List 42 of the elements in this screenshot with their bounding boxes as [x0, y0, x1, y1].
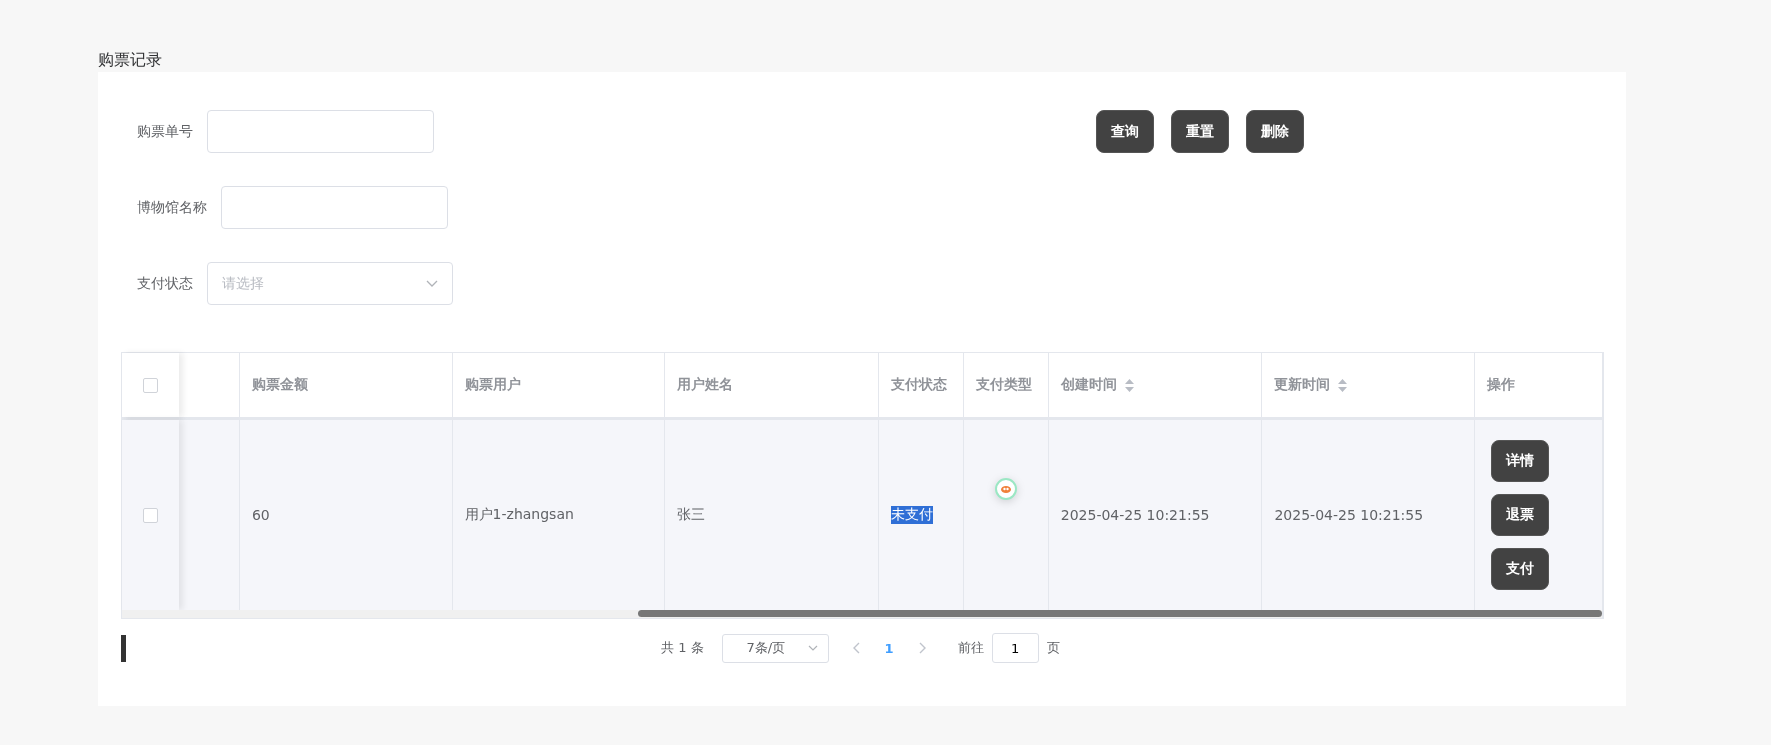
sort-icon[interactable]	[1338, 378, 1348, 392]
row-action-button[interactable]: 支付	[1491, 548, 1550, 590]
table-cell: 2025-04-25 10:21:55	[1060, 507, 1210, 523]
assistant-icon[interactable]	[994, 478, 1017, 500]
chevron-down-icon[interactable]	[426, 279, 438, 288]
field-label: 购票单号	[137, 122, 193, 141]
goto-label: 前往	[957, 639, 984, 657]
table-cell: 未支付	[890, 506, 933, 524]
column-header: 用户姓名	[677, 376, 734, 394]
page-size-select[interactable]: 7条/页	[721, 633, 829, 663]
row-action-button[interactable]: 退票	[1491, 494, 1550, 536]
table-cell: 2025-04-25 10:21:55	[1274, 507, 1424, 523]
page-input[interactable]: 1	[991, 633, 1039, 663]
table-cell: 60	[251, 507, 270, 523]
input-field[interactable]	[221, 186, 448, 229]
action-button[interactable]: 重置	[1171, 110, 1229, 153]
column-header: 支付类型	[975, 376, 1032, 394]
next-page-icon[interactable]	[917, 642, 926, 654]
vertical-bar-marker	[121, 634, 126, 662]
field-label: 博物馆名称	[137, 198, 207, 217]
checkbox[interactable]	[142, 377, 158, 393]
sort-icon[interactable]	[1124, 378, 1134, 392]
row-action-button[interactable]: 详情	[1491, 440, 1550, 482]
page-suffix: 页	[1046, 639, 1060, 657]
column-header: 购票用户	[464, 376, 521, 394]
column-header: 创建时间	[1060, 376, 1117, 394]
page-title: 购票记录	[98, 50, 163, 71]
previous-page-icon[interactable]	[852, 642, 861, 654]
column-header: 购票金额	[251, 376, 308, 394]
column-header: 支付状态	[890, 376, 947, 394]
table-cell: 用户1-zhangsan	[464, 506, 574, 524]
input-field[interactable]	[207, 110, 434, 153]
table-cell: 张三	[677, 506, 706, 524]
scrollbar-thumb[interactable]	[638, 610, 1602, 617]
field-label: 支付状态	[137, 274, 193, 293]
column-header: 操作	[1487, 376, 1516, 394]
action-button[interactable]: 删除	[1246, 110, 1304, 153]
total-count: 共 1 条	[661, 639, 704, 657]
column-header: 更新时间	[1274, 376, 1331, 394]
chevron-down-icon[interactable]	[807, 645, 818, 651]
action-button[interactable]: 查询	[1096, 110, 1154, 153]
checkbox[interactable]	[142, 507, 158, 523]
